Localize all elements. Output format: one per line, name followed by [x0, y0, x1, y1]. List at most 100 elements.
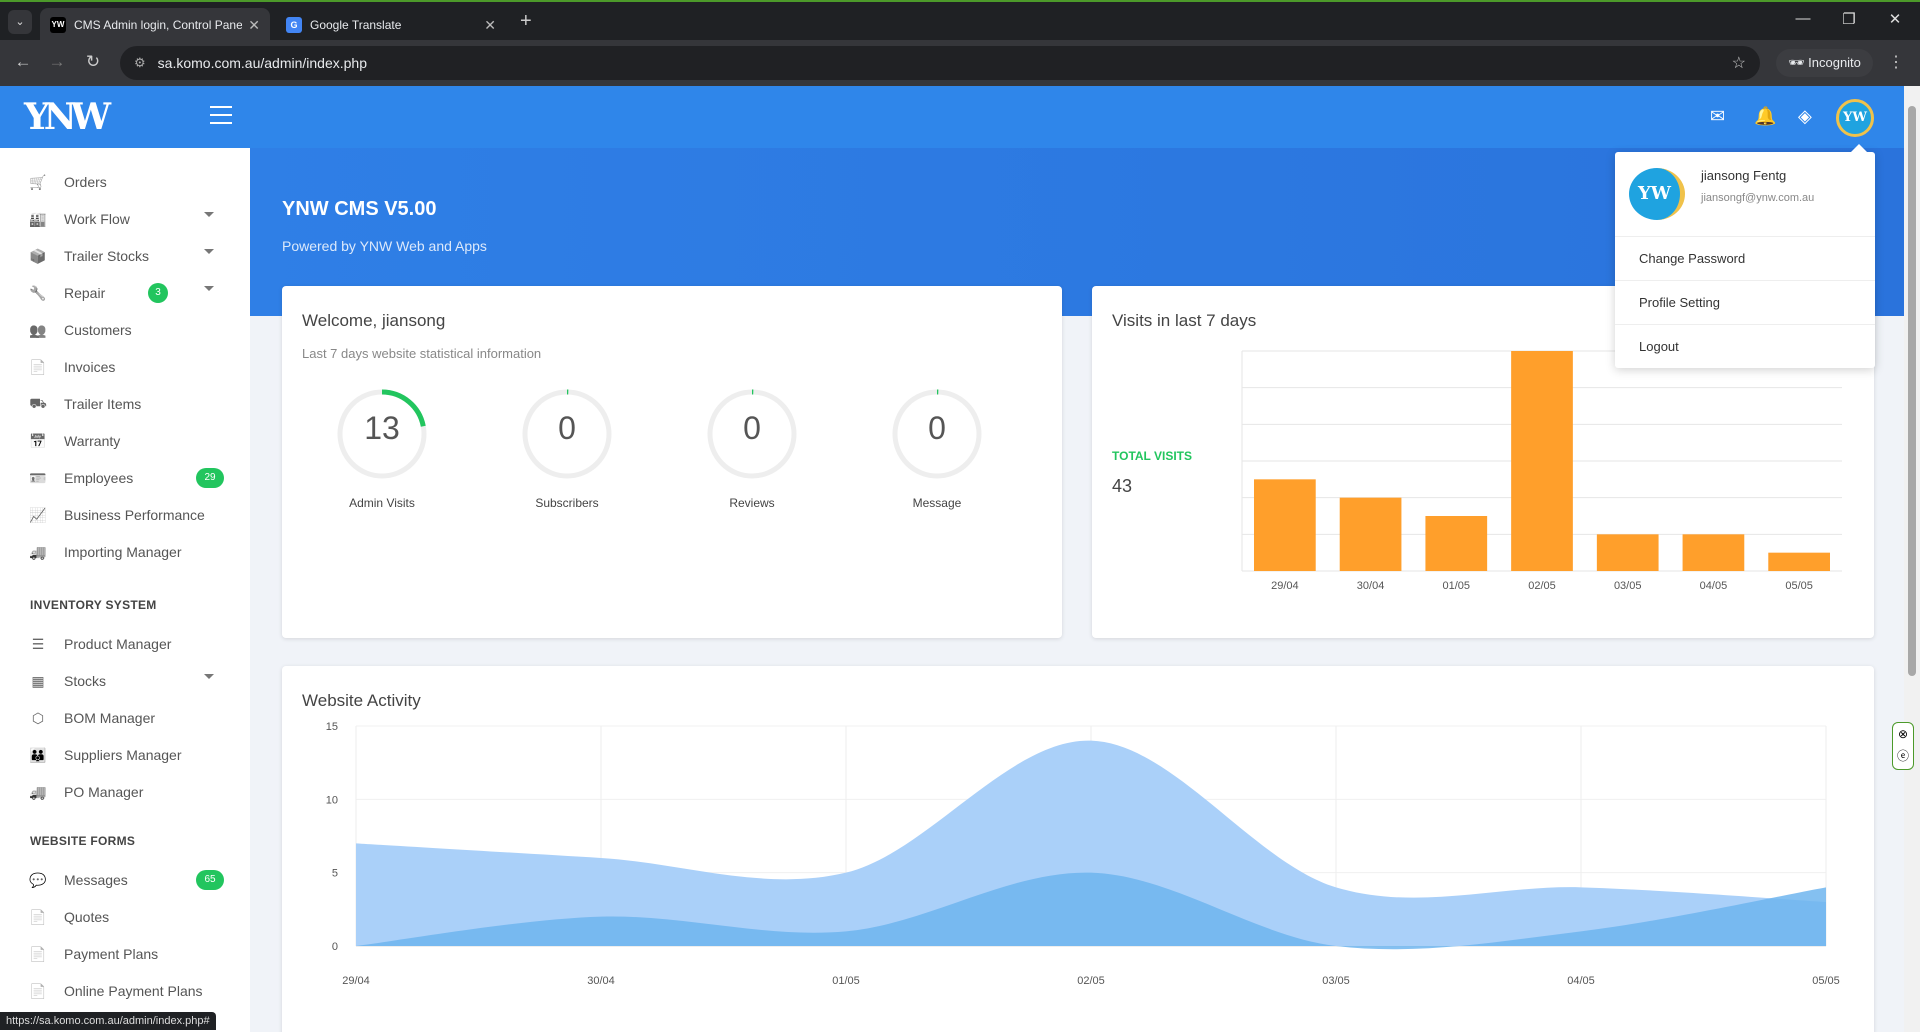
bar-05/05[interactable]	[1768, 552, 1830, 571]
y-tick-label: 0	[332, 941, 338, 953]
tab-title: Google Translate	[310, 18, 402, 32]
file-icon: 📄	[29, 945, 47, 962]
sidebar-item-payment-plans[interactable]: 📄 Payment Plans	[0, 936, 250, 972]
sidebar-item-label: PO Manager	[64, 784, 144, 800]
bar-04/05[interactable]	[1682, 534, 1745, 571]
sidebar-item-quotes[interactable]: 📄 Quotes	[0, 899, 250, 935]
chevron-down-icon[interactable]	[204, 674, 214, 679]
stat-label: Admin Visits	[349, 496, 415, 510]
change-password-link[interactable]: Change Password	[1615, 236, 1875, 280]
chevron-down-icon[interactable]	[204, 249, 214, 254]
new-tab-button[interactable]: +	[520, 10, 532, 32]
incognito-indicator[interactable]: 🕶 Incognito	[1776, 49, 1873, 77]
restore-icon[interactable]: ❐	[1826, 10, 1872, 28]
tab-search-button[interactable]: ⌄	[8, 10, 32, 34]
sidebar-item-suppliers-manager[interactable]: 👪 Suppliers Manager	[0, 737, 250, 773]
sidebar-item-warranty[interactable]: 📅 Warranty	[0, 423, 250, 459]
sidebar-item-trailer-stocks[interactable]: 📦 Trailer Stocks	[0, 238, 250, 274]
activity-area-chart: 0 5 10 15 29/04 30/04 01/05 02/05 03/05 04/05 05/0…	[326, 721, 1840, 987]
sidebar-item-label: Product Manager	[64, 636, 172, 652]
user-email: jiansongf@ynw.com.au	[1701, 192, 1815, 204]
tab-google-translate[interactable]: G Google Translate ✕	[276, 8, 506, 42]
user-avatar[interactable]: YW	[1836, 99, 1874, 137]
x-tick-label: 04/05	[1567, 975, 1595, 987]
sidebar-item-importing-manager[interactable]: 🚚 Importing Manager	[0, 534, 250, 570]
bookmark-star-icon[interactable]: ☆	[1732, 53, 1746, 73]
stat-admin-visits: 13 Admin Visits	[322, 386, 442, 510]
bar-30/04[interactable]	[1339, 497, 1402, 571]
sidebar-item-employees[interactable]: 🪪 Employees 29	[0, 460, 250, 496]
sidebar-item-work-flow[interactable]: 🏭 Work Flow	[0, 201, 250, 237]
forward-icon[interactable]: →	[46, 52, 68, 72]
close-icon[interactable]: ⊗	[1893, 723, 1913, 745]
sidebar-item-trailer-items[interactable]: ⛟ Trailer Items	[0, 386, 250, 422]
bar-03/05[interactable]	[1596, 534, 1659, 571]
url-field[interactable]: ⚙ sa.komo.com.au/admin/index.php ☆	[120, 46, 1760, 80]
mail-icon[interactable]: ✉	[1710, 106, 1725, 127]
sidebar-item-messages[interactable]: 💬 Messages 65	[0, 862, 250, 898]
dropdown-avatar: YW	[1629, 168, 1685, 220]
reload-icon[interactable]: ↻	[82, 52, 104, 72]
stat-reviews: 0 Reviews	[692, 386, 812, 510]
extension-widget[interactable]: ⊗ ⓔ	[1892, 722, 1914, 770]
sidebar-item-label: Repair	[64, 285, 106, 301]
sidebar-item-label: Quotes	[64, 909, 110, 925]
activity-card: Website Activity 0 5 10 15 29/04 30/04 01/05 02…	[282, 666, 1874, 1032]
dolly-icon: ⛟	[29, 394, 47, 411]
sidebar-item-business-performance[interactable]: 📈 Business Performance	[0, 497, 250, 533]
sidebar-item-label: Messages	[64, 872, 128, 888]
page-scrollbar[interactable]	[1904, 86, 1920, 1032]
ynw-logo[interactable]: YNW	[24, 96, 111, 138]
chevron-down-icon[interactable]	[204, 286, 214, 291]
x-tick-label: 01/05	[1443, 580, 1471, 592]
bar-02/05[interactable]	[1511, 351, 1573, 571]
comments-icon: 💬	[29, 871, 47, 888]
site-info-icon[interactable]: ⚙	[134, 55, 146, 71]
x-tick-label: 29/04	[342, 975, 370, 987]
x-tick-label: 30/04	[1357, 580, 1385, 592]
sidebar-item-online-payment-plans[interactable]: 📄 Online Payment Plans	[0, 973, 250, 1009]
chevron-down-icon[interactable]	[204, 212, 214, 217]
close-tab-icon[interactable]: ✕	[248, 17, 260, 34]
sidebar-item-po-manager[interactable]: 🚚 PO Manager	[0, 774, 250, 810]
edge-icon[interactable]: ⓔ	[1893, 745, 1913, 767]
stat-label: Message	[912, 496, 962, 510]
logo-area: YNW	[0, 86, 250, 148]
scrollbar-thumb[interactable]	[1908, 106, 1916, 676]
visits-bar-chart: 29/04 30/04 01/05 02/05 03/05 04/05 05/05	[1241, 350, 1842, 592]
sidebar-item-stocks[interactable]: ▦ Stocks	[0, 663, 250, 699]
close-tab-icon[interactable]: ✕	[484, 17, 496, 34]
sidebar-item-label: Trailer Stocks	[64, 248, 150, 264]
x-tick-label: 02/05	[1077, 975, 1105, 987]
calendar-check-icon: 📅	[29, 432, 47, 449]
layers-icon[interactable]: ◈	[1798, 106, 1812, 127]
menu-toggle-icon[interactable]	[210, 106, 232, 124]
sidebar-section-heading: WEBSITE FORMS	[30, 834, 136, 848]
bar-29/04[interactable]	[1254, 479, 1316, 571]
x-tick-label: 01/05	[832, 975, 860, 987]
tab-cms-admin[interactable]: YW CMS Admin login, Control Pane ✕	[40, 8, 270, 42]
browser-menu-icon[interactable]: ⋮	[1888, 52, 1904, 72]
sidebar-item-repair[interactable]: 🔧 Repair 3	[0, 275, 250, 311]
users-icon: 👥	[29, 321, 47, 338]
sidebar-item-label: Payment Plans	[64, 946, 159, 962]
bell-icon[interactable]: 🔔	[1754, 106, 1776, 127]
sidebar-section-heading: INVENTORY SYSTEM	[30, 598, 157, 612]
count-badge: 29	[196, 468, 224, 488]
sidebar-item-invoices[interactable]: 📄 Invoices	[0, 349, 250, 385]
cubes-icon: ⬡	[31, 709, 45, 726]
sidebar-item-bom-manager[interactable]: ⬡ BOM Manager	[0, 700, 250, 736]
logout-link[interactable]: Logout	[1615, 324, 1875, 368]
stat-value: 0	[558, 410, 576, 446]
bar-01/05[interactable]	[1425, 516, 1488, 571]
tab-title: CMS Admin login, Control Pane	[74, 18, 243, 32]
back-icon[interactable]: ←	[12, 52, 34, 72]
sidebar-item-label: Suppliers Manager	[64, 747, 182, 763]
sidebar-item-orders[interactable]: 🛒 Orders	[0, 164, 250, 200]
sidebar-item-product-manager[interactable]: ☰ Product Manager	[0, 626, 250, 662]
profile-setting-link[interactable]: Profile Setting	[1615, 280, 1875, 324]
sidebar-item-label: BOM Manager	[64, 710, 156, 726]
minimize-icon[interactable]: —	[1780, 10, 1826, 27]
sidebar-item-customers[interactable]: 👥 Customers	[0, 312, 250, 348]
close-window-icon[interactable]: ✕	[1872, 10, 1918, 28]
